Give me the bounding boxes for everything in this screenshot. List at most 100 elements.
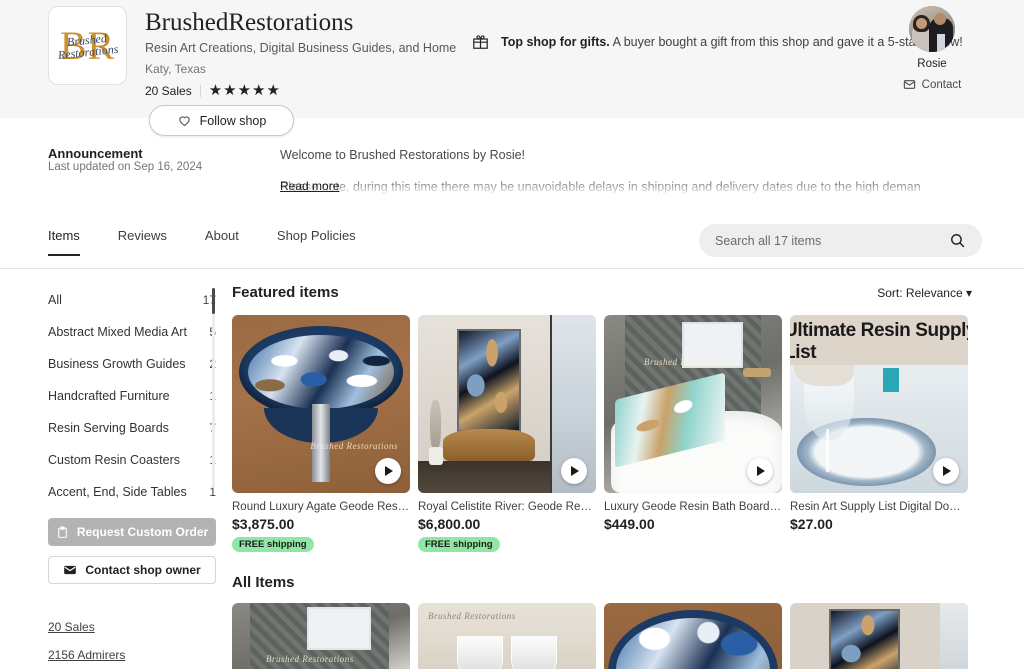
tab-shop-policies[interactable]: Shop Policies: [277, 228, 356, 256]
product-title: Round Luxury Agate Geode Resin Coff...: [232, 501, 410, 513]
sidebar-item-all[interactable]: All 17: [48, 284, 216, 316]
heart-icon: [177, 113, 192, 128]
category-sidebar: All 17 Abstract Mixed Media Art 5 Busine…: [48, 284, 216, 669]
chevron-down-icon: ▾: [966, 286, 972, 300]
play-video-icon[interactable]: [375, 458, 401, 484]
geode-inlay: [248, 335, 394, 410]
product-card[interactable]: Brushed Restorations Round Luxury Agate …: [232, 315, 410, 552]
sidebar-scrollbar-track[interactable]: [212, 288, 215, 488]
all-items-grid: Brushed Restorations Brushed Restoration…: [232, 603, 972, 669]
sidebar-item-accent-end-side-tables[interactable]: Accent, End, Side Tables 1: [48, 476, 216, 508]
product-image[interactable]: [418, 315, 596, 493]
product-card[interactable]: Brushed Restorations Luxury Geode Resin …: [604, 315, 782, 552]
product-image[interactable]: Brushed Restorations: [232, 603, 410, 669]
announcement-line-1: Welcome to Brushed Restorations by Rosie…: [280, 146, 920, 164]
tab-reviews[interactable]: Reviews: [118, 228, 167, 256]
product-title: Luxury Geode Resin Bath Board | Cust...: [604, 501, 782, 513]
shop-owner-block: Rosie Contact: [882, 6, 982, 91]
items-main: Featured items Sort: Relevance ▾ Brushed…: [232, 284, 972, 669]
sales-link[interactable]: 20 Sales: [48, 620, 216, 634]
announcement-body: Welcome to Brushed Restorations by Rosie…: [280, 146, 920, 196]
envelope-icon: [903, 78, 916, 91]
play-video-icon[interactable]: [747, 458, 773, 484]
sidebar-item-handcrafted-furniture[interactable]: Handcrafted Furniture 1: [48, 380, 216, 412]
vase: [429, 447, 443, 465]
glass-left: [457, 636, 503, 669]
sidebar-item-abstract-mixed-media-art[interactable]: Abstract Mixed Media Art 5: [48, 316, 216, 348]
announcement-updated: Last updated on Sep 16, 2024: [48, 161, 202, 173]
product-price: $6,800.00: [418, 516, 596, 532]
shop-sales-count: 20 Sales: [145, 84, 192, 98]
rating-stars: ★★★★★: [209, 83, 281, 98]
featured-items-grid: Brushed Restorations Round Luxury Agate …: [232, 315, 972, 552]
shop-sales-row: 20 Sales ★★★★★: [145, 83, 456, 98]
free-shipping-badge: FREE shipping: [418, 537, 500, 552]
product-image[interactable]: [790, 603, 968, 669]
announcement-line-2: Please note, during this time there may …: [280, 178, 920, 196]
product-card[interactable]: Ultimate Resin Supply List Resin Art Sup…: [790, 315, 968, 552]
sidebar-item-business-growth-guides[interactable]: Business Growth Guides 2: [48, 348, 216, 380]
featured-items-title: Featured items: [232, 284, 339, 301]
product-card[interactable]: Royal Celistite River: Geode Resin Crys.…: [418, 315, 596, 552]
category-label: Handcrafted Furniture: [48, 389, 170, 403]
avatar-head-left: [916, 18, 927, 29]
avatar-shirt-right: [937, 34, 945, 52]
shop-tabs: Items Reviews About Shop Policies: [48, 228, 356, 256]
tab-items[interactable]: Items: [48, 228, 80, 256]
sort-label: Sort: Relevance: [877, 286, 962, 300]
category-label: Custom Resin Coasters: [48, 453, 180, 467]
play-video-icon[interactable]: [933, 458, 959, 484]
tab-about[interactable]: About: [205, 228, 239, 256]
request-custom-order-button[interactable]: Request Custom Order: [48, 518, 216, 546]
contact-owner-label: Contact: [922, 79, 962, 91]
product-artwork-coffee-table: [604, 603, 782, 669]
shop-tagline: Resin Art Creations, Digital Business Gu…: [145, 41, 456, 55]
room-window: [940, 603, 968, 669]
product-title: Resin Art Supply List Digital Download .…: [790, 501, 968, 513]
product-image[interactable]: Ultimate Resin Supply List: [790, 315, 968, 493]
category-label: All: [48, 293, 62, 307]
product-title: Royal Celistite River: Geode Resin Crys.…: [418, 501, 596, 513]
shop-name: BrushedRestorations: [145, 8, 456, 38]
overlay-title: Ultimate Resin Supply List: [790, 320, 968, 364]
room-floor: [418, 461, 550, 493]
read-more-link[interactable]: Read more: [280, 179, 339, 193]
glass-right: [511, 636, 557, 669]
shop-watermark: Brushed Restorations: [644, 357, 732, 367]
product-image[interactable]: Brushed Restorations: [232, 315, 410, 493]
search-icon[interactable]: [949, 232, 966, 249]
content-divider: [0, 268, 1024, 269]
follow-shop-label: Follow shop: [200, 114, 267, 128]
product-price: $27.00: [790, 516, 968, 532]
sidebar-scrollbar-thumb[interactable]: [212, 288, 215, 314]
contact-owner-link[interactable]: Contact: [882, 78, 982, 91]
shop-search[interactable]: [699, 224, 982, 257]
dried-branches: [430, 400, 441, 450]
sidebar-item-custom-resin-coasters[interactable]: Custom Resin Coasters 1: [48, 444, 216, 476]
product-price: $3,875.00: [232, 516, 410, 532]
avatar[interactable]: [909, 6, 955, 52]
category-label: Accent, End, Side Tables: [48, 485, 187, 499]
teal-object: [883, 368, 899, 391]
shop-identity: BR Brushed Restorations BrushedRestorati…: [48, 6, 456, 98]
glass-stem: [826, 429, 829, 472]
all-items-title: All Items: [232, 574, 972, 591]
shop-logo[interactable]: BR Brushed Restorations: [48, 6, 127, 85]
play-video-icon[interactable]: [561, 458, 587, 484]
shop-stats-links: 20 Sales 2156 Admirers: [48, 620, 216, 662]
product-image[interactable]: Brushed Restorations: [604, 315, 782, 493]
product-price: $449.00: [604, 516, 782, 532]
shop-owner-name: Rosie: [882, 58, 982, 70]
framed-geode-art: [829, 609, 900, 669]
sort-dropdown[interactable]: Sort: Relevance ▾: [877, 286, 972, 300]
sidebar-item-resin-serving-boards[interactable]: Resin Serving Boards 7: [48, 412, 216, 444]
contact-shop-owner-button[interactable]: Contact shop owner: [48, 556, 216, 584]
follow-shop-button[interactable]: Follow shop: [149, 105, 294, 136]
admirers-link[interactable]: 2156 Admirers: [48, 648, 216, 662]
announcement-title: Announcement: [48, 146, 143, 161]
search-input[interactable]: [715, 234, 949, 248]
shop-meta: BrushedRestorations Resin Art Creations,…: [145, 6, 456, 98]
product-image[interactable]: Brushed Restorations: [418, 603, 596, 669]
category-label: Resin Serving Boards: [48, 421, 169, 435]
product-image[interactable]: [604, 603, 782, 669]
